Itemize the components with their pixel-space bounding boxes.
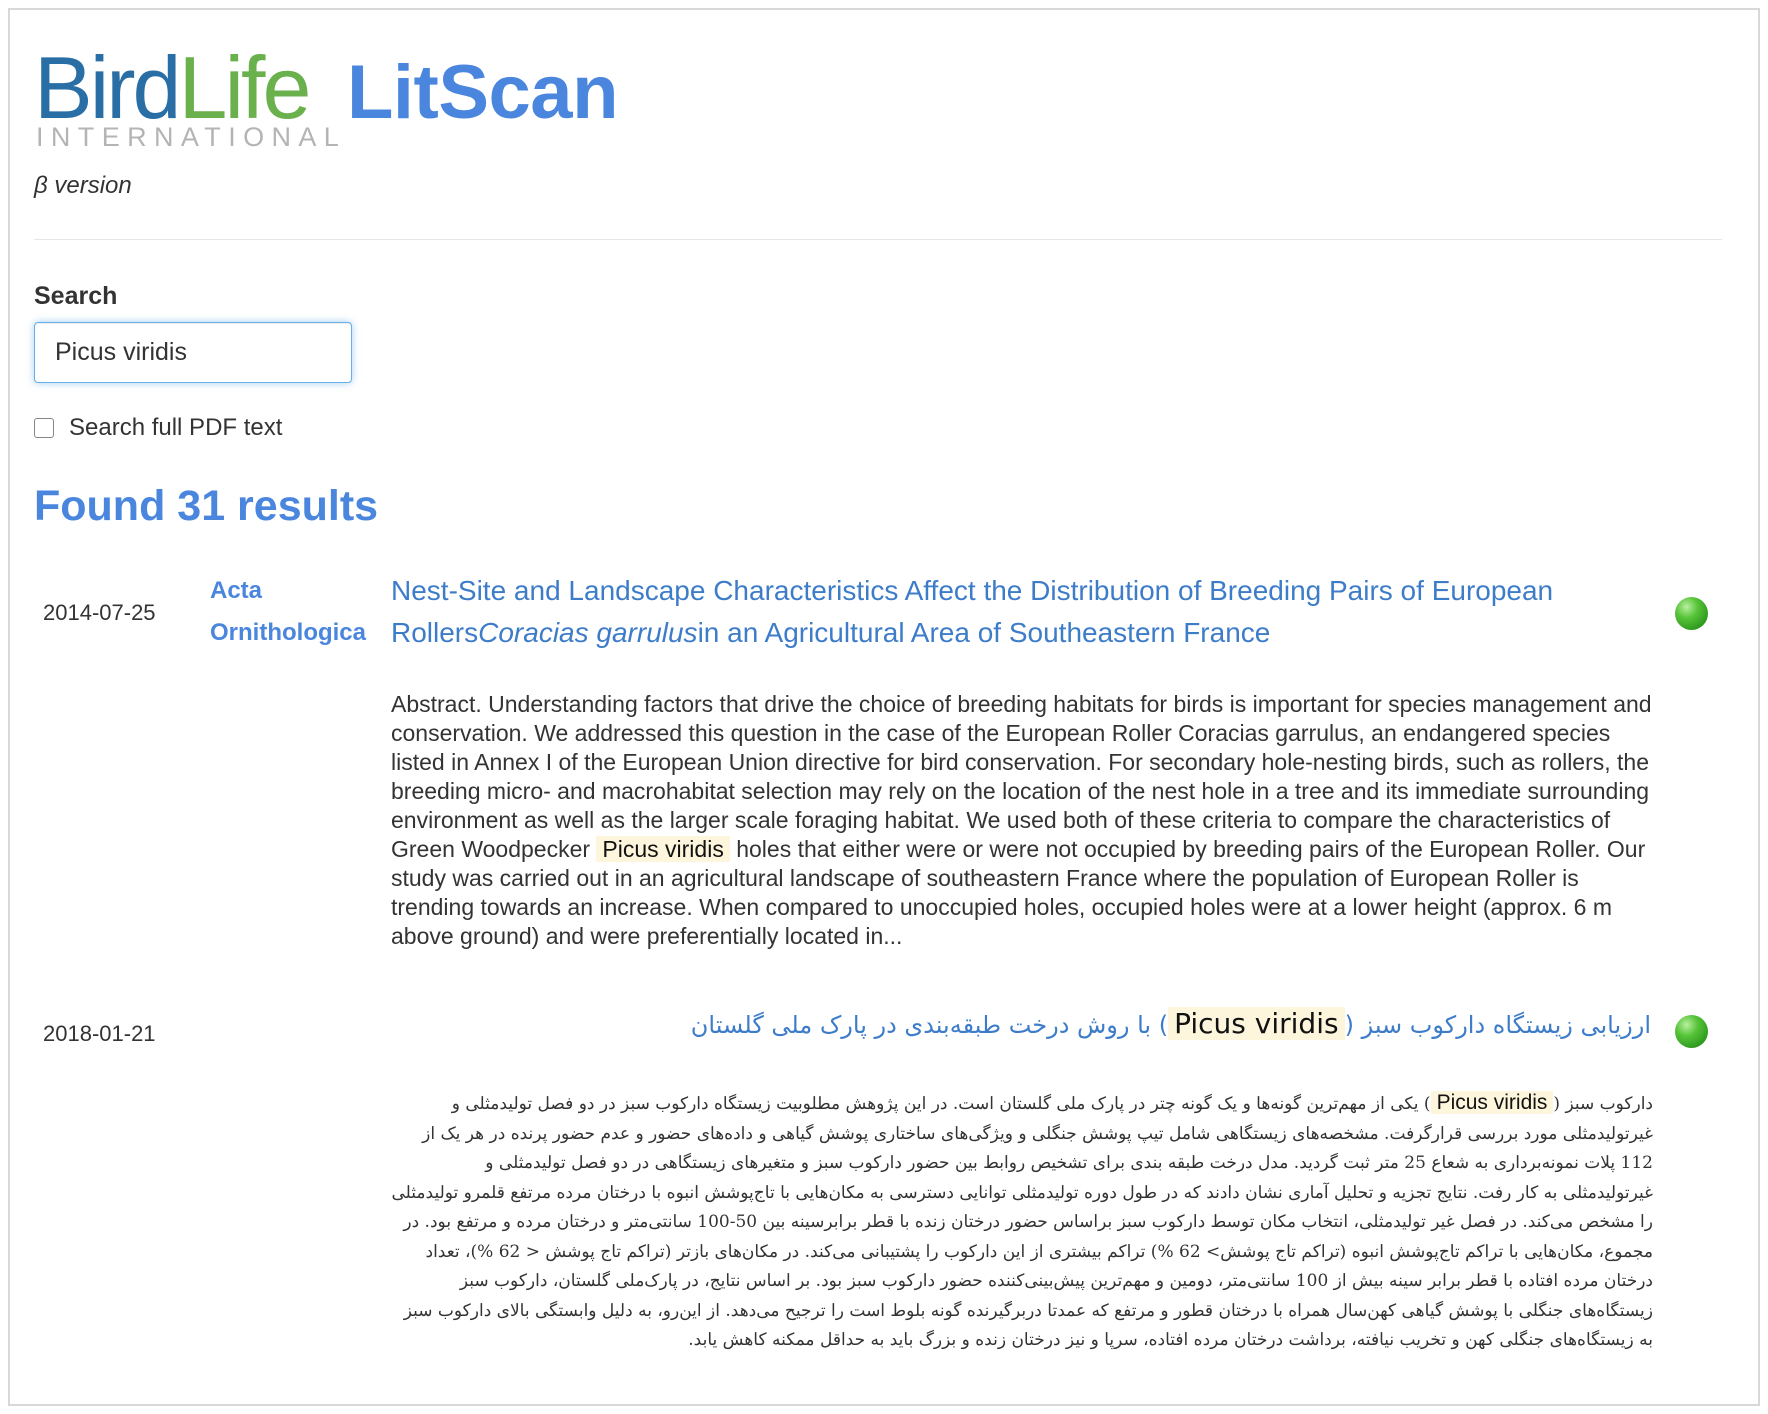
title-text: ارزیابی زیستگاه دارکوب سبز (	[1344, 1011, 1651, 1039]
version-label: β version	[34, 172, 132, 199]
result-date: 2018-01-21	[43, 1021, 156, 1046]
result-date: 2014-07-25	[43, 600, 156, 625]
abstract-text: ) یکی از مهم‌ترین گونه‌ها و یک گونه چتر …	[391, 1094, 1653, 1350]
full-pdf-checkbox[interactable]	[34, 418, 54, 438]
header-divider	[34, 239, 1722, 240]
search-term-highlight: Picus viridis	[1430, 1091, 1554, 1114]
status-indicator-green	[1675, 1015, 1708, 1048]
result-title-link[interactable]: ارزیابی زیستگاه دارکوب سبز (Picus viridi…	[391, 1003, 1651, 1046]
result-journal-link[interactable]: Acta Ornithologica	[210, 570, 380, 654]
result-title-link[interactable]: Nest-Site and Landscape Characteristics …	[391, 570, 1651, 654]
full-pdf-label: Search full PDF text	[69, 414, 283, 441]
abstract-text: دارکوب سبز (	[1553, 1094, 1653, 1114]
search-label: Search	[34, 282, 118, 310]
search-term-highlight: Picus viridis	[596, 836, 730, 862]
search-input[interactable]	[34, 322, 352, 383]
title-species-italic: Coracias garrulus	[478, 617, 698, 648]
status-indicator-green	[1675, 597, 1708, 630]
result-abstract: دارکوب سبز (Picus viridis) یکی از مهم‌تر…	[391, 1088, 1653, 1356]
app-title: LitScan	[347, 50, 619, 135]
logo-international-text: INTERNATIONAL	[36, 122, 347, 152]
page-frame: BirdLife INTERNATIONAL LitScan β version…	[8, 8, 1760, 1406]
results-count-heading: Found 31 results	[34, 482, 379, 530]
full-pdf-option[interactable]: Search full PDF text	[34, 414, 282, 442]
title-text: ) با روش درخت طبقه‌بندی در پارک ملی گلست…	[690, 1011, 1169, 1039]
search-term-highlight: Picus viridis	[1168, 1007, 1345, 1040]
result-abstract: Abstract. Understanding factors that dri…	[391, 690, 1653, 951]
title-text: in an Agricultural Area of Southeastern …	[697, 617, 1271, 648]
